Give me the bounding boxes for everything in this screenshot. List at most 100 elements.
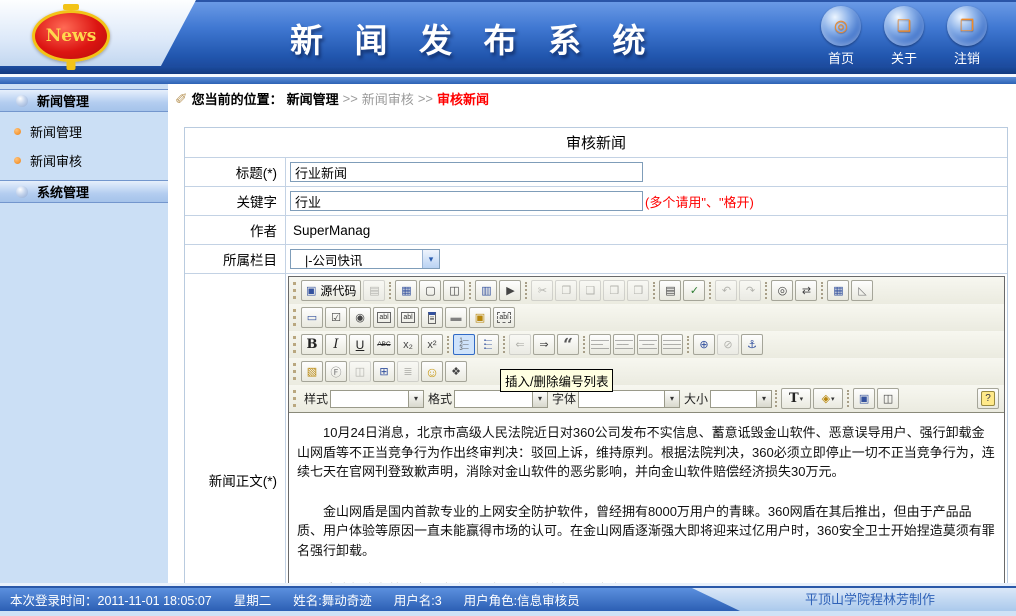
sphere-bullet-icon — [16, 95, 28, 107]
format-select[interactable]: ▾ — [454, 390, 548, 408]
align-center-icon[interactable]: ——— —— ——— — [613, 334, 635, 355]
chevron-down-icon[interactable]: ▾ — [756, 391, 771, 407]
style-select[interactable]: ▾ — [330, 390, 424, 408]
toolbar-separator — [687, 336, 689, 353]
new-page-icon-glyph: ▢ — [425, 284, 435, 297]
toolbar-separator — [469, 282, 471, 299]
doc-props-dark-icon[interactable]: ▶ — [499, 280, 521, 301]
image-icon[interactable]: ▧ — [301, 361, 323, 382]
bold-icon[interactable]: B — [301, 334, 323, 355]
indent-icon[interactable]: ⇒ — [533, 334, 555, 355]
horizontal-rule-icon-glyph: ≣ — [403, 365, 412, 378]
toolbar-grip — [293, 390, 296, 407]
form-title: 审核新闻 — [566, 132, 626, 153]
login-time-label: 本次登录时间： — [10, 594, 98, 608]
anchor-icon[interactable]: ⚓ — [741, 334, 763, 355]
form-icon[interactable]: ▭ — [301, 307, 323, 328]
subscript-icon[interactable]: x₂ — [397, 334, 419, 355]
replace-icon[interactable]: ⇄ — [795, 280, 817, 301]
footer-bar: 本次登录时间：2011-11-01 18:05:07 星期二 姓名:舞动奇迹 用… — [0, 588, 1016, 611]
about-help-button[interactable]: ? — [977, 388, 999, 409]
sidebar-section-label: 系统管理 — [37, 182, 89, 201]
help-icon: ? — [981, 391, 995, 406]
print-icon[interactable]: ▤ — [659, 280, 681, 301]
home-button[interactable]: ◎ 首页 — [816, 6, 866, 67]
copy-icon-glyph: ❐ — [561, 284, 571, 297]
size-select[interactable]: ▾ — [710, 390, 772, 408]
justify-icon[interactable]: ——— ——— ——— — [661, 334, 683, 355]
smiley-icon[interactable]: ☺ — [421, 361, 443, 382]
body-field-row: 新闻正文(*) ▣源代码▤▦▢◫▥▶✂❐❑❒❒▤✓↶↷◎⇄▦◺ ▭☑◉ablab… — [185, 274, 1007, 583]
spellcheck-icon-glyph: ✓ — [690, 284, 699, 297]
table-icon[interactable]: ⊞ — [373, 361, 395, 382]
select-field-icon-glyph: ≡ — [428, 312, 437, 324]
checkbox-icon[interactable]: ☑ — [325, 307, 347, 328]
news-paragraph: 10月24日消息，北京市高级人民法院近日对360公司发布不实信息、蓄意诋毁金山软… — [297, 423, 996, 482]
editor-toolbar-row-1: ▣源代码▤▦▢◫▥▶✂❐❑❒❒▤✓↶↷◎⇄▦◺ — [289, 277, 1004, 304]
chevron-down-icon[interactable]: ▾ — [408, 391, 423, 407]
logout-button[interactable]: ❐ 注销 — [942, 6, 992, 67]
preview-icon[interactable]: ◫ — [443, 280, 465, 301]
author-value: SuperManag — [293, 223, 370, 238]
sidebar-section-system-management[interactable]: 系统管理 — [0, 180, 168, 203]
sidebar-item[interactable]: 新闻审核 — [0, 146, 168, 175]
save-icon[interactable]: ▦ — [395, 280, 417, 301]
source-button[interactable]: ▣源代码 — [301, 280, 361, 301]
find-icon[interactable]: ◎ — [771, 280, 793, 301]
orange-bullet-icon — [14, 128, 21, 135]
replace-icon-glyph: ⇄ — [802, 284, 811, 297]
italic-icon[interactable]: I — [325, 334, 347, 355]
sidebar-item[interactable]: 新闻管理 — [0, 117, 168, 146]
text-field-icon[interactable]: abl — [373, 307, 395, 328]
category-select[interactable]: |-公司快讯 ▾ — [290, 249, 440, 269]
chevron-down-icon[interactable]: ▾ — [422, 250, 439, 268]
main-content: ✐ 您当前的位置：新闻管理>>新闻审核>>审核新闻 审核新闻 标题(*) 关键字 — [168, 84, 1016, 583]
universal-keyboard-icon[interactable]: ❖ — [445, 361, 467, 382]
editor-content-area[interactable]: 10月24日消息，北京市高级人民法院近日对360公司发布不实信息、蓄意诋毁金山软… — [289, 412, 1004, 583]
chevron-down-icon[interactable]: ▾ — [664, 391, 679, 407]
image-icon-glyph: ▧ — [307, 365, 317, 378]
radio-icon[interactable]: ◉ — [349, 307, 371, 328]
copy-icon: ❐ — [555, 280, 577, 301]
spellcheck-icon[interactable]: ✓ — [683, 280, 705, 301]
align-right-icon[interactable]: ——— —— ——— — [637, 334, 659, 355]
nav-label: 关于 — [879, 48, 929, 67]
underline-icon[interactable]: U — [349, 334, 371, 355]
breadcrumb-level2[interactable]: 新闻审核 — [362, 89, 414, 108]
sidebar-section-label: 新闻管理 — [37, 91, 89, 110]
about-button[interactable]: ❏ 关于 — [879, 6, 929, 67]
author-field-label: 作者 — [185, 216, 286, 244]
title-input[interactable] — [290, 162, 643, 182]
fit-window-button[interactable]: ▣ — [853, 388, 875, 409]
toolbar-grip — [293, 282, 296, 299]
unordered-list-icon[interactable]: ▪— ▪— ▪— — [477, 334, 499, 355]
sidebar-section-news-management[interactable]: 新闻管理 — [0, 89, 168, 112]
bold-icon-glyph: B — [307, 337, 318, 352]
background-color-button[interactable]: ◈ ▾ — [813, 388, 843, 409]
ordered-list-icon[interactable]: 1— 2— 3— — [453, 334, 475, 355]
breadcrumb-level1[interactable]: 新闻管理 — [287, 89, 339, 108]
hidden-field-icon[interactable]: abl — [493, 307, 515, 328]
font-select[interactable]: ▾ — [578, 390, 680, 408]
templates-icon[interactable]: ▥ — [475, 280, 497, 301]
body-field-label: 新闻正文(*) — [185, 274, 286, 583]
image-button-icon[interactable]: ▣ — [469, 307, 491, 328]
link-icon[interactable]: ⊕ — [693, 334, 715, 355]
keyword-input[interactable] — [290, 191, 643, 211]
flash-icon[interactable]: Ⓕ — [325, 361, 347, 382]
chevron-down-icon[interactable]: ▾ — [532, 391, 547, 407]
remove-format-icon[interactable]: ◺ — [851, 280, 873, 301]
select-field-icon[interactable]: ≡ — [421, 307, 443, 328]
toolbar-separator — [775, 390, 777, 407]
text-color-button[interactable]: T ▾ — [781, 388, 811, 409]
new-page-icon[interactable]: ▢ — [419, 280, 441, 301]
templates-icon-glyph: ▥ — [481, 284, 491, 297]
button-icon[interactable]: ▬ — [445, 307, 467, 328]
strikethrough-icon[interactable]: ABC — [373, 334, 395, 355]
select-all-icon[interactable]: ▦ — [827, 280, 849, 301]
superscript-icon[interactable]: x² — [421, 334, 443, 355]
textarea-icon[interactable]: abl — [397, 307, 419, 328]
blockquote-icon[interactable]: “ — [557, 334, 579, 355]
align-left-icon[interactable]: ——— —— ——— — [589, 334, 611, 355]
preview-blocks-button[interactable]: ◫ — [877, 388, 899, 409]
